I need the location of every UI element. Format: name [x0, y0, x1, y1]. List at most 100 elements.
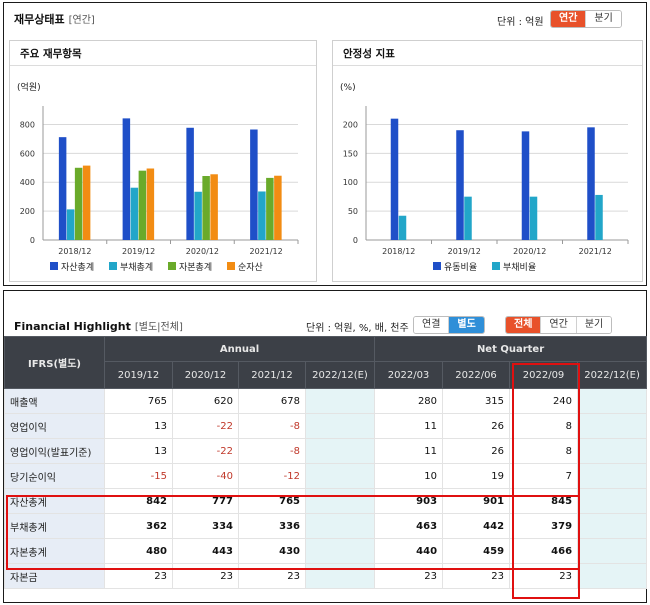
table-row: 영업이익 13 -22 -8 11 26 8: [4, 413, 648, 439]
table-cell: [577, 388, 648, 414]
main-items-title: 주요 재무항목: [20, 48, 82, 60]
legend-swatch: [109, 262, 117, 270]
table-cell: 11: [374, 413, 444, 439]
legend-swatch: [50, 262, 58, 270]
table-cell: 903: [374, 488, 444, 514]
period-header: 2022/03: [374, 361, 444, 389]
table-cell: [577, 538, 648, 564]
annual-button[interactable]: 연간: [551, 11, 586, 27]
main-items-chart: (억원) 0 200 400 600 800 2018/12 2019/12 2020/12 20…: [17, 81, 299, 273]
table-cell: [304, 388, 376, 414]
fh-quarter-button[interactable]: 분기: [575, 317, 612, 333]
x-tick-label: 2019/12: [122, 247, 155, 256]
table-cell: -8: [238, 413, 306, 439]
table-cell: 765: [104, 388, 173, 414]
table-cell: 440: [374, 538, 444, 564]
table-row: 매출액 765 620 678 280 315 240: [4, 388, 648, 414]
x-tick-label: 2021/12: [250, 247, 283, 256]
bar: [82, 165, 91, 240]
legend-label: 자산총계: [61, 261, 94, 273]
table-cell: 336: [238, 513, 306, 539]
row-label: 매출액: [4, 388, 105, 414]
x-tick-label: 2018/12: [382, 247, 415, 256]
table-cell: 459: [442, 538, 511, 564]
table-cell: 362: [104, 513, 173, 539]
table-cell: [304, 513, 376, 539]
bar: [250, 129, 258, 240]
y-tick-label: 100: [343, 178, 358, 187]
stability-title: 안정성 지표: [343, 48, 395, 60]
bar: [266, 177, 274, 240]
table-cell: [304, 438, 376, 464]
y-axis-label: (%): [340, 83, 356, 93]
y-tick-label: 150: [343, 149, 358, 158]
table-cell: 845: [509, 488, 579, 514]
main-items-panel: 주요 재무항목 (억원) 0 200 400 600 800 2018/12 2019/12 2…: [9, 40, 317, 282]
table-cell: 13: [104, 438, 173, 464]
period-header: 2021/12: [238, 361, 306, 389]
period-header: 2022/12(E): [304, 361, 376, 389]
consolidation-toggle: 연결 별도: [413, 316, 485, 334]
period-header: 2020/12: [172, 361, 239, 389]
consolidated-button[interactable]: 연결: [414, 317, 449, 333]
bar: [58, 137, 67, 240]
table-cell: [304, 563, 376, 589]
table-cell: [304, 538, 376, 564]
row-label: 영업이익(발표기준): [4, 438, 105, 464]
table-cell: 620: [172, 388, 239, 414]
row-label: 자본총계: [4, 538, 105, 564]
bar: [595, 194, 603, 240]
bar: [146, 168, 155, 240]
table-cell: 240: [509, 388, 579, 414]
table-cell: [577, 563, 648, 589]
y-tick-label: 200: [20, 207, 35, 216]
table-cell: 842: [104, 488, 173, 514]
table-cell: 315: [442, 388, 511, 414]
table-row: 당기순이익 -15 -40 -12 10 19 7: [4, 463, 648, 489]
table-cell: [577, 488, 648, 514]
table-cell: 765: [238, 488, 306, 514]
legend-swatch: [433, 262, 441, 270]
table-cell: 13: [104, 413, 173, 439]
table-cell: [577, 413, 648, 439]
stability-chart: (%) 0 50 100 150 200 2018/12 2019/12 2020/12 2021…: [340, 83, 629, 273]
bar: [521, 131, 530, 240]
legend-label: 자본총계: [179, 261, 212, 273]
y-tick-label: 0: [353, 236, 358, 245]
table-cell: [577, 463, 648, 489]
bar: [66, 209, 75, 240]
row-label: 영업이익: [4, 413, 105, 439]
bar: [456, 130, 464, 240]
all-button[interactable]: 전체: [506, 317, 541, 333]
period-header: 2022/09: [509, 361, 579, 389]
bar: [138, 170, 147, 240]
period-header: 2022/06: [442, 361, 511, 389]
ifrs-header: IFRS(별도): [4, 336, 105, 389]
legend-label: 부채총계: [120, 261, 153, 273]
table-cell: 678: [238, 388, 306, 414]
fh-annual-button[interactable]: 연간: [540, 317, 576, 333]
legend-label: 유동비율: [444, 262, 477, 273]
table-cell: 463: [374, 513, 444, 539]
table-cell: 11: [374, 438, 444, 464]
bar: [202, 176, 210, 240]
balance-sheet-title: 재무상태표 [연간]: [14, 13, 95, 26]
unit-label: 단위 : 억원: [497, 17, 544, 28]
legend-swatch: [492, 262, 500, 270]
y-tick-label: 600: [20, 149, 35, 158]
table-cell: 23: [104, 563, 173, 589]
table-cell: 23: [374, 563, 444, 589]
legend-label: 부채비율: [503, 262, 536, 273]
y-tick-label: 400: [20, 178, 35, 187]
table-row: 자본총계 480 443 430 440 459 466: [4, 538, 648, 564]
quarter-button[interactable]: 분기: [585, 11, 621, 27]
quarter-group-header: Net Quarter: [374, 336, 648, 362]
table-cell: 442: [442, 513, 511, 539]
period-header: 2019/12: [104, 361, 173, 389]
period-toggle: 연간 분기: [550, 10, 622, 28]
table-cell: -22: [172, 438, 239, 464]
table-cell: 10: [374, 463, 444, 489]
separate-button[interactable]: 별도: [448, 317, 484, 333]
bar: [122, 118, 131, 240]
table-cell: [304, 488, 376, 514]
